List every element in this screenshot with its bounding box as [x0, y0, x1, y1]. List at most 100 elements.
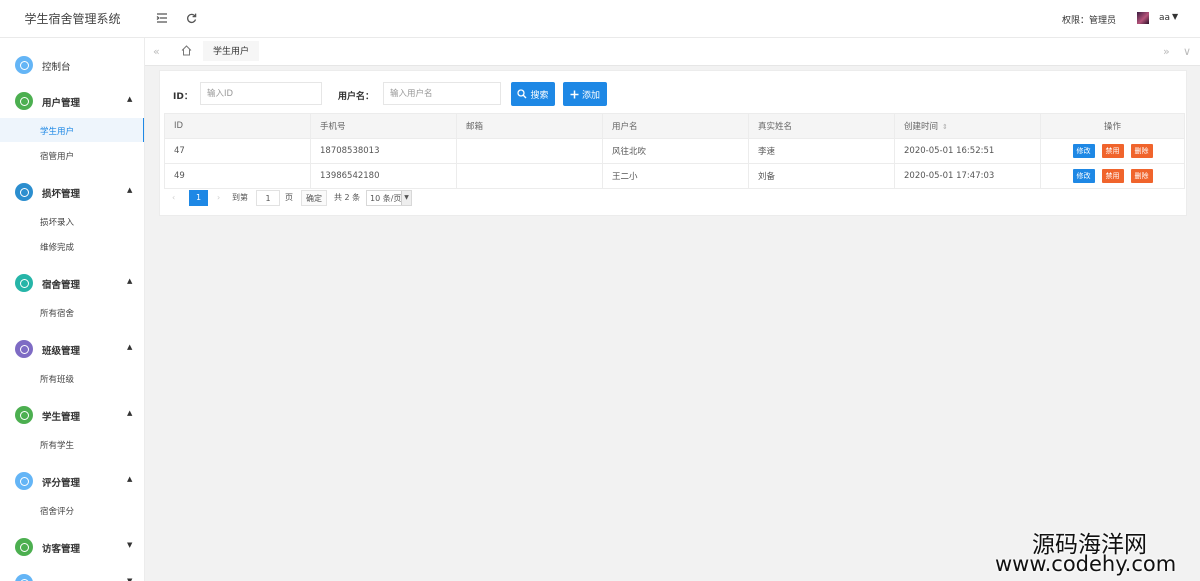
sidebar-group-5[interactable]: 学生管理 ▲ [0, 400, 144, 430]
sidebar-item-4-0[interactable]: 所有班级 [0, 366, 144, 390]
sidebar-group-4[interactable]: 班级管理 ▲ [0, 334, 144, 364]
plus-icon [570, 90, 579, 98]
disable-button[interactable]: 禁用 [1101, 169, 1124, 183]
sidebar-item-label: 宿管用户 [40, 152, 75, 162]
sidebar-group-label: 控制台 [42, 62, 71, 73]
avatar[interactable] [1137, 12, 1149, 24]
tab-student-users[interactable]: 学生用户 [203, 41, 260, 63]
sidebar-icon-glyph [19, 476, 29, 486]
col-header-actions: 操作 [1040, 113, 1185, 139]
caret-down-icon[interactable]: ▼ [1172, 12, 1178, 21]
cell-actions: 修改 禁用 删除 [1040, 138, 1185, 164]
sidebar-group-2[interactable]: 损坏管理 ▲ [0, 177, 144, 207]
table-header-row: ID 手机号 邮箱 用户名 真实姓名 创建时间 ⇕ 操作 [164, 113, 1185, 139]
search-button[interactable]: 搜索 [511, 82, 555, 106]
sidebar-group-8[interactable]: ▼ [0, 568, 144, 581]
chevron-up-icon[interactable]: ▲ [127, 277, 132, 285]
pagination: ‹ 1 › 到第 1 页 确定 共 2 条 10 条/页 ▼ [172, 190, 772, 208]
sidebar-icon-glyph [19, 96, 29, 106]
sidebar-item-3-0[interactable]: 所有宿舍 [0, 300, 144, 324]
search-icon [517, 89, 527, 99]
chevron-up-icon[interactable]: ▲ [127, 409, 132, 417]
sidebar-group-label: 学生管理 [42, 412, 81, 423]
app-title: 学生宿舍管理系统 [24, 12, 121, 26]
sidebar-item-1-1[interactable]: 宿管用户 [0, 143, 144, 167]
col-header-username: 用户名 [602, 113, 749, 139]
menu-fold-icon[interactable] [155, 11, 169, 25]
sidebar-item-label: 宿舍评分 [40, 507, 75, 517]
row-actions: 修改 禁用 删除 [1050, 144, 1175, 158]
goto-confirm-button[interactable]: 确定 [301, 190, 327, 206]
chevron-up-icon[interactable]: ▲ [127, 95, 132, 103]
sidebar-item-label: 所有宿舍 [40, 309, 75, 319]
sort-icon[interactable]: ⇕ [942, 123, 948, 131]
edit-button[interactable]: 修改 [1072, 169, 1095, 183]
chevron-up-icon[interactable]: ▲ [127, 343, 132, 351]
dorm-icon [15, 274, 33, 292]
delete-button[interactable]: 删除 [1130, 144, 1153, 158]
page-size-select[interactable]: 10 条/页 ▼ [366, 190, 412, 206]
tab-prev-icon[interactable]: « [153, 45, 160, 58]
cell-email [456, 138, 603, 164]
home-icon[interactable] [181, 45, 192, 56]
disable-button[interactable]: 禁用 [1101, 144, 1124, 158]
sidebar-group-3[interactable]: 宿舍管理 ▲ [0, 268, 144, 298]
sidebar-icon-glyph [19, 344, 29, 354]
cell-username: 风往北吹 [602, 138, 749, 164]
cell-email [456, 163, 603, 189]
sidebar: 控制台用户管理 ▲ 学生用户宿管用户损坏管理 ▲ 损坏录入维修完成宿舍管理 ▲ 所有宿舍班级… [0, 38, 145, 581]
top-bar: 学生宿舍管理系统 权限：管理员 aa ▼ [0, 0, 1200, 38]
id-input[interactable] [200, 82, 322, 105]
row-actions: 修改 禁用 删除 [1050, 169, 1175, 183]
id-filter-label: ID： [173, 92, 193, 102]
search-button-label: 搜索 [530, 90, 549, 101]
sidebar-group-label: 宿舍管理 [42, 280, 81, 291]
delete-button[interactable]: 删除 [1130, 169, 1153, 183]
sidebar-item-2-0[interactable]: 损坏录入 [0, 209, 144, 233]
chevron-down-icon: ▼ [401, 191, 411, 205]
visitor-icon [15, 538, 33, 556]
tab-next-icon[interactable]: » [1163, 45, 1170, 58]
sidebar-item-label: 所有班级 [40, 375, 75, 385]
sidebar-icon-glyph [19, 60, 29, 70]
sidebar-item-2-1[interactable]: 维修完成 [0, 234, 144, 258]
sidebar-item-1-0[interactable]: 学生用户 [0, 118, 144, 142]
chevron-down-icon[interactable]: ▼ [127, 577, 132, 581]
sidebar-item-label: 学生用户 [40, 127, 75, 137]
page-size-value: 10 条/页 [370, 194, 402, 203]
edit-button[interactable]: 修改 [1072, 144, 1095, 158]
username-input[interactable] [383, 82, 501, 105]
sidebar-group-7[interactable]: 访客管理 ▼ [0, 532, 144, 562]
sidebar-item-5-0[interactable]: 所有学生 [0, 432, 144, 456]
tab-dropdown-icon[interactable]: ∨ [1183, 45, 1191, 58]
sidebar-group-label: 用户管理 [42, 98, 81, 109]
sidebar-group-label: 班级管理 [42, 346, 81, 357]
page-1-button[interactable]: 1 [189, 190, 208, 206]
sidebar-group-0[interactable]: 控制台 [0, 50, 144, 80]
chevron-down-icon[interactable]: ▼ [127, 541, 132, 549]
refresh-icon[interactable] [184, 11, 198, 25]
col-header-created[interactable]: 创建时间 ⇕ [894, 113, 1041, 139]
add-button[interactable]: 添加 [563, 82, 607, 106]
cell-realname: 刘备 [748, 163, 895, 189]
chevron-up-icon[interactable]: ▲ [127, 186, 132, 194]
chevron-up-icon[interactable]: ▲ [127, 475, 132, 483]
home-icon [15, 56, 33, 74]
cell-created: 2020-05-01 17:47:03 [894, 163, 1041, 189]
sidebar-item-label: 损坏录入 [40, 218, 75, 228]
cell-username: 王二小 [602, 163, 749, 189]
page-prev-icon[interactable]: ‹ [172, 190, 175, 206]
cell-id: 49 [164, 163, 311, 189]
sidebar-group-6[interactable]: 评分管理 ▲ [0, 466, 144, 496]
username-label[interactable]: aa [1159, 13, 1170, 23]
sidebar-group-1[interactable]: 用户管理 ▲ [0, 86, 144, 116]
page-next-icon[interactable]: › [217, 190, 220, 206]
student-icon [15, 406, 33, 424]
col-header-phone: 手机号 [310, 113, 457, 139]
sidebar-group-label: 访客管理 [42, 544, 81, 555]
goto-page-input[interactable]: 1 [256, 190, 280, 206]
sidebar-item-6-0[interactable]: 宿舍评分 [0, 498, 144, 522]
cell-actions: 修改 禁用 删除 [1040, 163, 1185, 189]
sidebar-group-label: 评分管理 [42, 478, 81, 489]
table-row: 47 18708538013 风往北吹 李速 2020-05-01 16:52:51 修改… [164, 138, 1185, 164]
